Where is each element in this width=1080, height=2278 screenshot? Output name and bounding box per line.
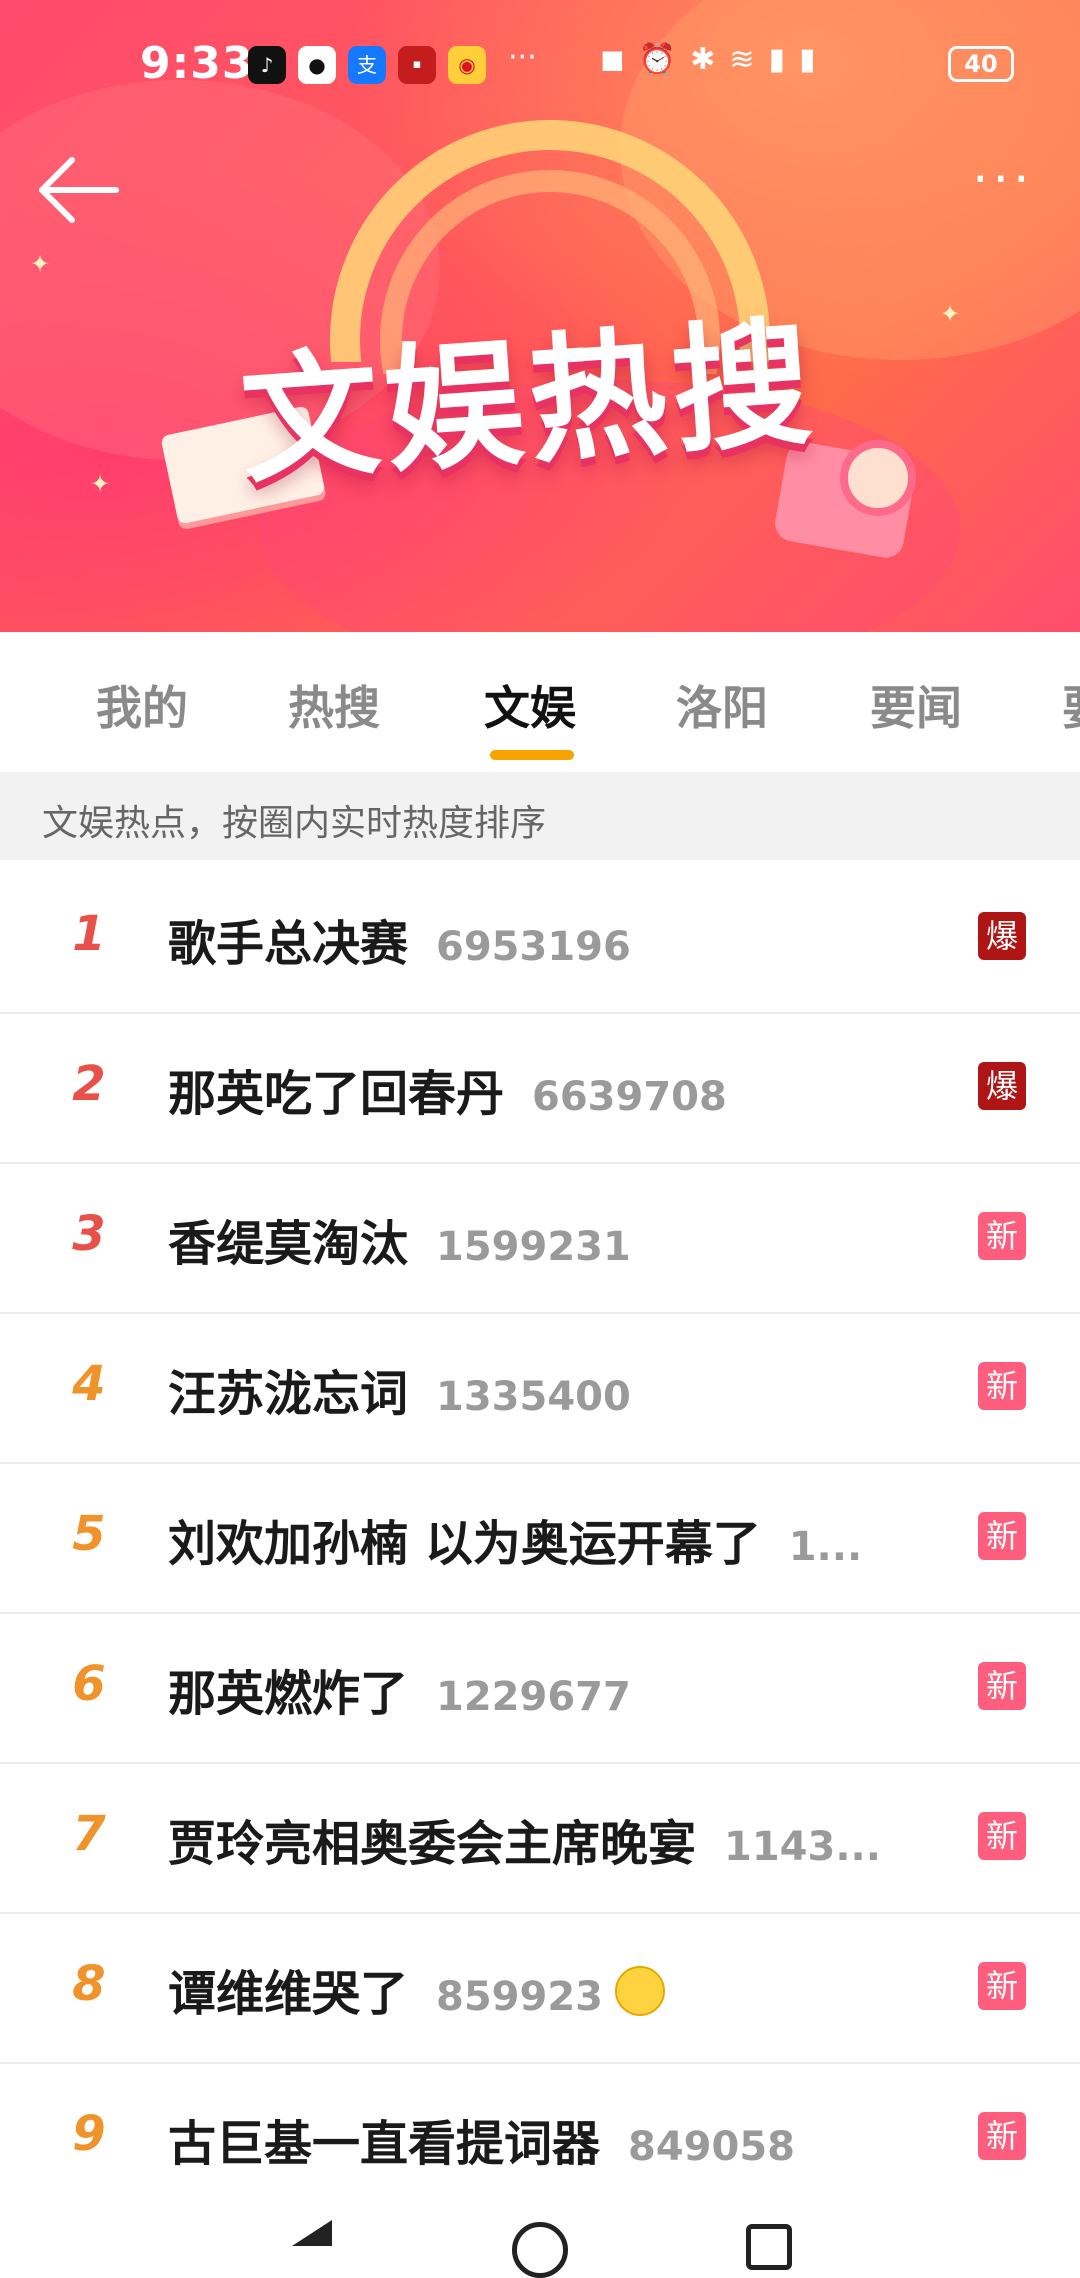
item-title-text: 汪苏泷忘词 <box>168 1366 409 1422</box>
heat-count: 1335400 <box>436 1374 631 1420</box>
item-title: 古巨基一直看提词器 849058 <box>168 2104 795 2174</box>
rank-number: 1 <box>72 906 106 962</box>
item-title-text: 谭维维哭了 <box>168 1966 409 2022</box>
alipay-icon: 支 <box>348 46 386 84</box>
news-app-icon: ▪ <box>398 46 436 84</box>
hot-badge: 爆 <box>978 1062 1026 1110</box>
rank-number: 5 <box>72 1506 106 1562</box>
list-item[interactable]: 1 歌手总决赛 6953196 爆 <box>0 862 1080 1014</box>
list-item[interactable]: 9 古巨基一直看提词器 849058 新 <box>0 2062 1080 2212</box>
item-title-text: 古巨基一直看提词器 <box>168 2116 601 2172</box>
active-tab-indicator <box>490 750 574 760</box>
weibo-icon: ◉ <box>448 46 486 84</box>
item-title: 刘欢加孙楠 以为奥运开幕了 1... <box>168 1504 862 1574</box>
heat-count: 849058 <box>628 2124 796 2170</box>
heat-count: 1599231 <box>436 1224 631 1270</box>
rank-number: 6 <box>72 1656 106 1712</box>
subheader-text: 文娱热点，按圈内实时热度排序 <box>42 803 547 844</box>
new-badge: 新 <box>978 2112 1026 2160</box>
qq-icon: ● <box>298 46 336 84</box>
rank-number: 3 <box>72 1206 106 1262</box>
system-status-icons: ◼︎⏰✱≋▮▮ <box>600 42 830 77</box>
list-item[interactable]: 6 那英燃炸了 1229677 新 <box>0 1612 1080 1764</box>
item-title-text: 贾玲亮相奥委会主席晚宴 <box>168 1816 697 1872</box>
more-options-icon[interactable]: ··· <box>972 154 1034 206</box>
nav-recents-icon[interactable] <box>746 2224 792 2270</box>
tiktok-icon: ♪ <box>248 46 286 84</box>
rank-number: 2 <box>72 1056 106 1112</box>
item-title-text: 刘欢加孙楠 以为奥运开幕了 <box>168 1516 761 1572</box>
item-title: 那英吃了回春丹 6639708 <box>168 1054 727 1124</box>
new-badge: 新 <box>978 1662 1026 1710</box>
back-arrow-icon[interactable] <box>36 150 120 230</box>
rank-number: 9 <box>72 2106 106 2162</box>
list-item[interactable]: 4 汪苏泷忘词 1335400 新 <box>0 1312 1080 1464</box>
category-tabs: 我的 热搜 文娱 洛阳 要闻 要 <box>0 632 1080 772</box>
new-badge: 新 <box>978 1212 1026 1260</box>
rank-number: 7 <box>72 1806 106 1862</box>
item-title: 汪苏泷忘词 1335400 <box>168 1354 631 1424</box>
system-navigation-bar <box>0 2210 1080 2278</box>
status-time: 9:33 <box>140 38 254 89</box>
item-title: 歌手总决赛 6953196 <box>168 904 631 974</box>
item-title: 贾玲亮相奥委会主席晚宴 1143... <box>168 1804 881 1874</box>
item-title: 那英燃炸了 1229677 <box>168 1654 631 1724</box>
tab-hot-search[interactable]: 热搜 <box>288 672 380 738</box>
item-title: 香缇莫淘汰 1599231 <box>168 1204 631 1274</box>
list-item[interactable]: 7 贾玲亮相奥委会主席晚宴 1143... 新 <box>0 1762 1080 1914</box>
banner-title: 文娱热搜 <box>235 302 822 503</box>
battery-icon: 40 <box>948 46 1014 82</box>
banner: ✦ ✦ ✦ 9:33 ♪ ● 支 ▪ ◉ ··· ◼︎⏰✱≋▮▮ 40 ··· … <box>0 0 1080 632</box>
new-badge: 新 <box>978 1512 1026 1560</box>
item-title-text: 歌手总决赛 <box>168 916 409 972</box>
tab-partial[interactable]: 要 <box>1062 672 1080 738</box>
crying-face-icon <box>615 1966 666 2016</box>
list-item[interactable]: 5 刘欢加孙楠 以为奥运开幕了 1... 新 <box>0 1462 1080 1614</box>
list-subheader: 文娱热点，按圈内实时热度排序 <box>0 772 1080 860</box>
camera-lens-illustration <box>840 440 916 516</box>
tab-entertainment[interactable]: 文娱 <box>484 672 576 738</box>
tab-headlines[interactable]: 要闻 <box>870 672 962 738</box>
list-item[interactable]: 8 谭维维哭了 859923 新 <box>0 1912 1080 2064</box>
item-title: 谭维维哭了 859923 <box>168 1954 666 2024</box>
tab-luoyang[interactable]: 洛阳 <box>676 672 768 738</box>
sparkle-icon: ✦ <box>30 250 51 278</box>
list-item[interactable]: 2 那英吃了回春丹 6639708 爆 <box>0 1012 1080 1164</box>
hot-badge: 爆 <box>978 912 1026 960</box>
heat-count: 859923 <box>436 1974 604 2020</box>
heat-count: 6639708 <box>532 1074 727 1120</box>
new-badge: 新 <box>978 1362 1026 1410</box>
heat-count: 1143... <box>724 1824 881 1870</box>
more-notifications-icon: ··· <box>508 40 537 75</box>
list-item[interactable]: 3 香缇莫淘汰 1599231 新 <box>0 1162 1080 1314</box>
nav-back-icon[interactable] <box>292 2220 332 2246</box>
sparkle-icon: ✦ <box>90 470 111 498</box>
rank-number: 4 <box>72 1356 106 1412</box>
heat-count: 1229677 <box>436 1674 631 1720</box>
item-title-text: 那英吃了回春丹 <box>168 1066 505 1122</box>
sparkle-icon: ✦ <box>940 300 961 328</box>
heat-count: 6953196 <box>436 924 631 970</box>
status-bar: 9:33 ♪ ● 支 ▪ ◉ ··· ◼︎⏰✱≋▮▮ 40 <box>0 28 1080 98</box>
item-title-text: 香缇莫淘汰 <box>168 1216 409 1272</box>
new-badge: 新 <box>978 1812 1026 1860</box>
item-title-text: 那英燃炸了 <box>168 1666 409 1722</box>
rank-number: 8 <box>72 1956 106 2012</box>
new-badge: 新 <box>978 1962 1026 2010</box>
heat-count: 1... <box>788 1524 863 1570</box>
tab-mine[interactable]: 我的 <box>96 672 188 738</box>
nav-home-icon[interactable] <box>512 2222 568 2278</box>
